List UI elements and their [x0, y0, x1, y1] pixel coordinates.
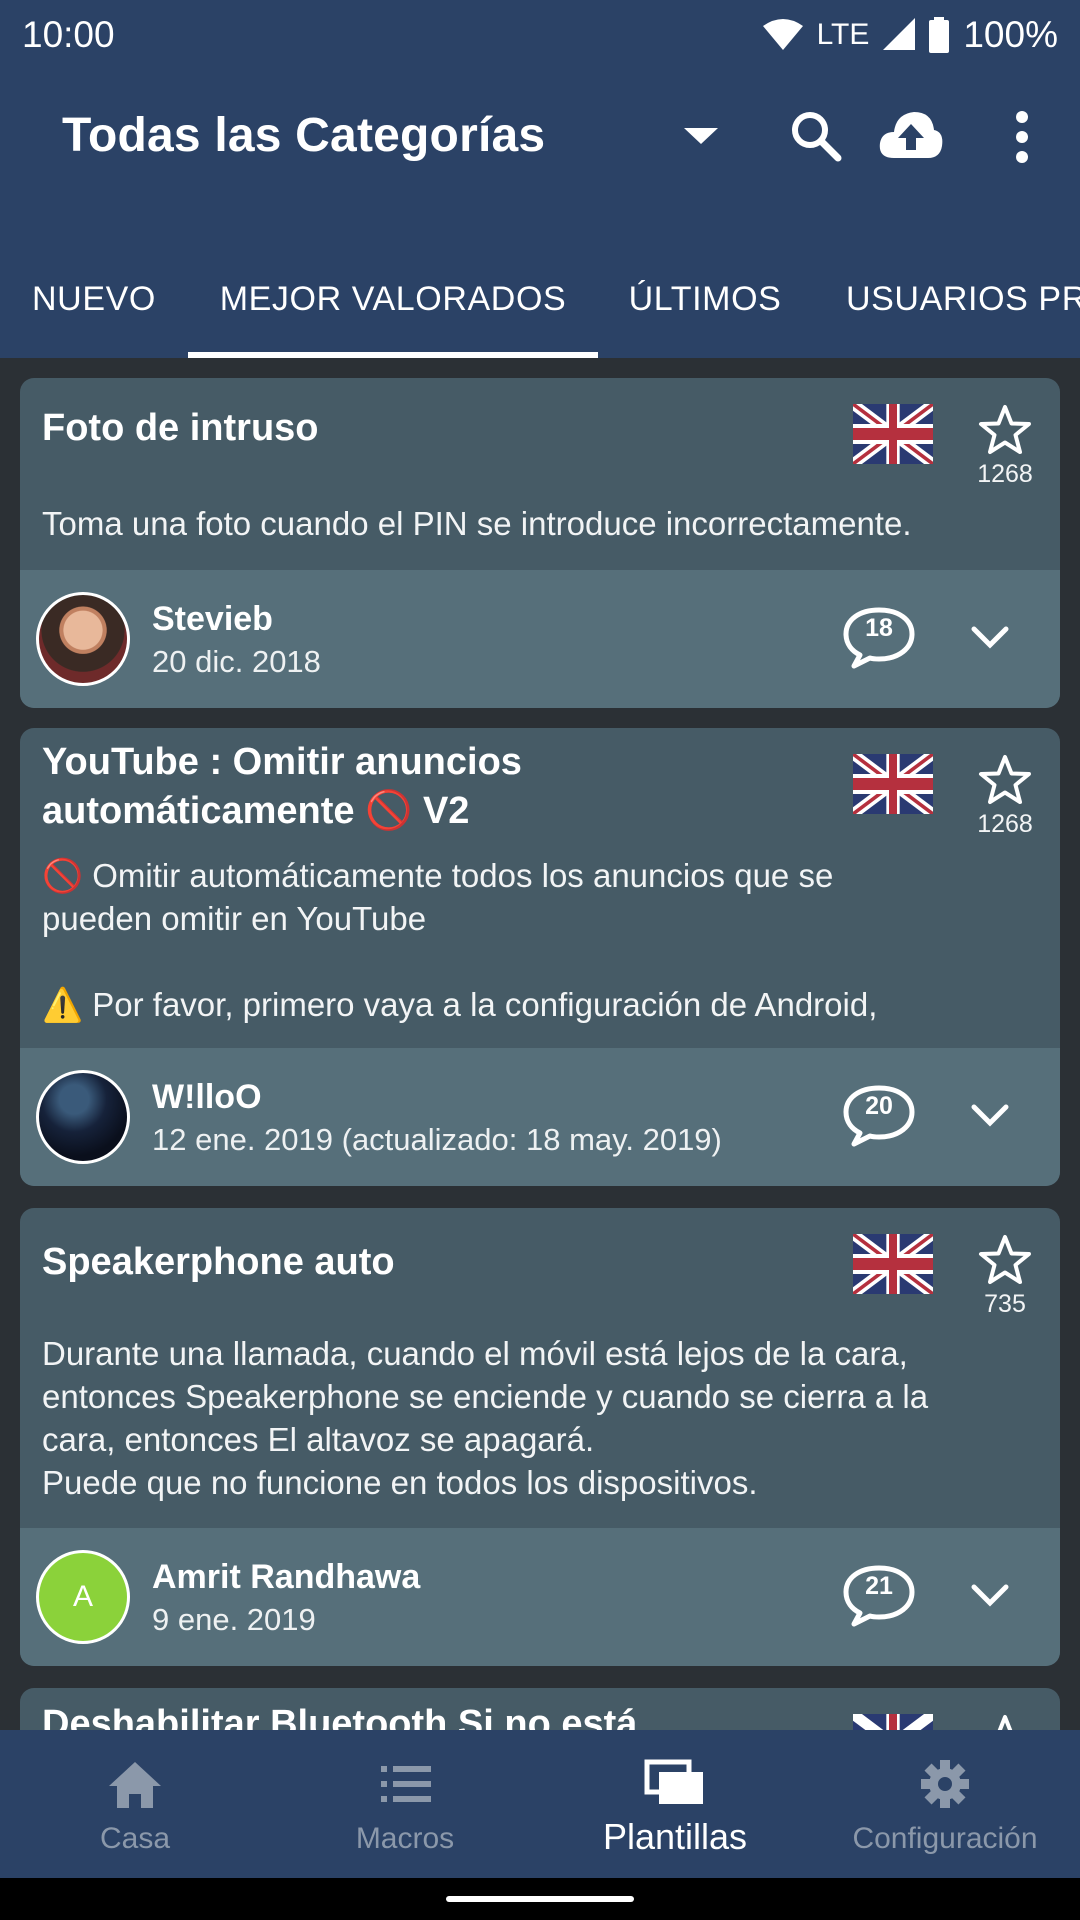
nav-label: Plantillas	[602, 1816, 748, 1857]
category-title[interactable]: Todas las Categorías	[62, 108, 545, 163]
card-title: Deshabilitar Bluetooth Si no está	[42, 1703, 638, 1730]
nav-macros[interactable]: Macros	[270, 1730, 540, 1878]
template-card[interactable]: YouTube : Omitir anuncios automáticament…	[20, 728, 1060, 1186]
rating-count: 735	[984, 1290, 1026, 1318]
tab-nuevo[interactable]: NUEVO	[0, 240, 188, 358]
description-line: 🚫 Omitir automáticamente todos los anunc…	[42, 857, 834, 894]
rating-count: 1268	[977, 810, 1033, 838]
list-icon	[381, 1766, 431, 1802]
template-card[interactable]: Foto de intruso 1268 Toma una foto cuand…	[20, 378, 1060, 708]
template-card[interactable]: Speakerphone auto 735 Durante una llamad…	[20, 1208, 1060, 1666]
avatar[interactable]	[36, 592, 130, 686]
tab-mejor-valorados[interactable]: MEJOR VALORADOS	[188, 240, 598, 358]
author-name[interactable]: Stevieb	[152, 600, 273, 639]
status-time: 10:00	[22, 14, 115, 55]
star-icon[interactable]	[978, 1234, 1032, 1286]
chevron-down-icon[interactable]	[970, 1102, 1010, 1128]
avatar[interactable]: A	[36, 1550, 130, 1644]
home-gesture-handle[interactable]	[446, 1896, 634, 1902]
description-line: cara, entonces El altavoz se apagará.	[42, 1421, 595, 1458]
uk-flag-icon	[853, 404, 933, 464]
card-description: Durante una llamada, cuando el móvil est…	[42, 1332, 1042, 1504]
card-title: YouTube : Omitir anuncios automáticament…	[42, 738, 822, 836]
description-line: entonces Speakerphone se enciende y cuan…	[42, 1378, 929, 1415]
nav-label: Configuración	[852, 1822, 1038, 1855]
battery-icon	[929, 17, 950, 53]
description-line: pueden omitir en YouTube	[42, 900, 427, 937]
more-options-icon[interactable]	[1006, 110, 1038, 164]
nav-label: Macros	[355, 1822, 455, 1855]
avatar[interactable]	[36, 1070, 130, 1164]
wifi-icon	[762, 19, 803, 50]
uk-flag-icon	[853, 1234, 933, 1294]
tab-usuarios[interactable]: USUARIOS PR	[812, 240, 1080, 358]
card-title: Speakerphone auto	[42, 1241, 395, 1283]
description-line: Durante una llamada, cuando el móvil est…	[42, 1335, 908, 1372]
avatar-initial: A	[72, 1580, 93, 1613]
card-footer: A Amrit Randhawa 9 ene. 2019 21	[20, 1528, 1060, 1666]
nav-casa[interactable]: Casa	[0, 1730, 270, 1878]
card-title-line: automáticamente 🚫 V2	[42, 790, 470, 832]
signal-icon	[883, 18, 916, 50]
nav-plantillas[interactable]: Plantillas	[540, 1730, 810, 1878]
author-name[interactable]: Amrit Randhawa	[152, 1558, 420, 1597]
app-root: 10:00 LTE 100% Todas las Categorías NUEV…	[0, 0, 1080, 1920]
search-icon[interactable]	[790, 110, 842, 162]
comment-count: 21	[865, 1572, 893, 1600]
status-icons: LTE 100%	[762, 14, 1058, 56]
star-icon[interactable]	[978, 1714, 1032, 1730]
tab-ultimos[interactable]: ÚLTIMOS	[598, 240, 812, 358]
template-list[interactable]: Foto de intruso 1268 Toma una foto cuand…	[0, 358, 1080, 1730]
templates-icon	[644, 1759, 703, 1804]
description-line: Puede que no funcione en todos los dispo…	[42, 1464, 758, 1501]
card-title: Foto de intruso	[42, 407, 319, 449]
post-date: 20 dic. 2018	[152, 644, 321, 679]
tab-bar: NUEVO MEJOR VALORADOS ÚLTIMOS USUARIOS P…	[0, 240, 1080, 358]
star-icon[interactable]	[978, 404, 1032, 456]
cloud-upload-icon[interactable]	[878, 108, 944, 162]
dropdown-arrow-icon[interactable]	[684, 126, 718, 146]
post-date: 12 ene. 2019 (actualizado: 18 may. 2019)	[152, 1122, 722, 1157]
template-card[interactable]: Deshabilitar Bluetooth Si no está	[20, 1688, 1060, 1730]
card-description: Toma una foto cuando el PIN se introduce…	[42, 505, 912, 542]
network-type: LTE	[816, 18, 870, 51]
author-name[interactable]: W!lloO	[152, 1078, 262, 1117]
nav-label: Casa	[99, 1822, 171, 1855]
chevron-down-icon[interactable]	[970, 1582, 1010, 1608]
comment-count: 20	[865, 1092, 893, 1120]
bottom-navigation: Casa Macros Plantillas Configuración	[0, 1730, 1080, 1878]
description-line: ⚠️ Por favor, primero vaya a la configur…	[42, 986, 878, 1023]
rating-count: 1268	[977, 460, 1033, 488]
card-title-line: YouTube : Omitir anuncios	[42, 741, 522, 783]
home-icon	[109, 1762, 161, 1808]
post-date: 9 ene. 2019	[152, 1602, 316, 1637]
comment-count: 18	[865, 614, 893, 642]
chevron-down-icon[interactable]	[970, 624, 1010, 650]
uk-flag-icon	[853, 1714, 933, 1730]
system-gesture-bar	[0, 1878, 1080, 1920]
uk-flag-icon	[853, 754, 933, 814]
star-icon[interactable]	[978, 754, 1032, 806]
battery-level: 100%	[963, 14, 1058, 55]
gear-icon	[921, 1760, 969, 1808]
card-footer: W!lloO 12 ene. 2019 (actualizado: 18 may…	[20, 1048, 1060, 1186]
card-description: 🚫 Omitir automáticamente todos los anunc…	[42, 854, 1042, 1026]
nav-configuracion[interactable]: Configuración	[810, 1730, 1080, 1878]
card-footer: Stevieb 20 dic. 2018 18	[20, 570, 1060, 708]
status-bar: 10:00 LTE 100%	[0, 0, 1080, 70]
